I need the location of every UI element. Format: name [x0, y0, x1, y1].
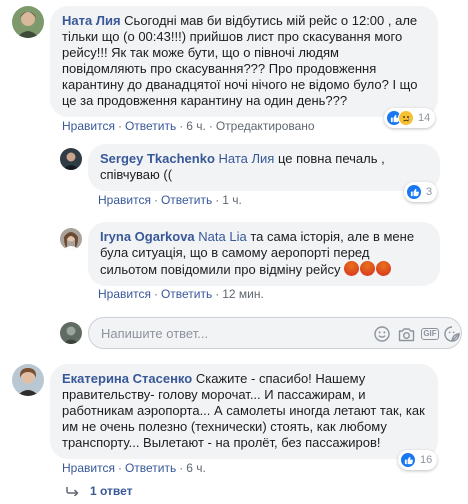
avatar[interactable] — [60, 228, 82, 250]
avatar[interactable] — [60, 148, 82, 170]
emoji-icon[interactable] — [373, 325, 391, 343]
comment-author[interactable]: Екатерина Стасенко — [62, 371, 192, 386]
like-link[interactable]: Нравится — [98, 287, 151, 301]
sad-icon — [398, 110, 414, 126]
mention-link[interactable]: Nata Lia — [198, 229, 246, 244]
current-user-avatar — [60, 322, 82, 344]
camera-icon[interactable] — [397, 325, 415, 343]
edited-label[interactable]: Отредактировано — [216, 119, 315, 133]
like-link[interactable]: Нравится — [62, 461, 115, 475]
reaction-summary[interactable]: 16 — [398, 450, 438, 470]
reply-link[interactable]: Ответить — [161, 193, 212, 207]
reply-link[interactable]: Ответить — [125, 119, 176, 133]
timestamp[interactable]: 6 ч. — [186, 119, 206, 133]
comment-bubble: Iryna Ogarkova Nata Lia та сама історія,… — [88, 222, 440, 286]
reaction-count: 3 — [426, 186, 433, 198]
reply-composer[interactable]: GIF — [88, 317, 462, 349]
reaction-summary[interactable]: 3 — [404, 182, 438, 202]
comment-author[interactable]: Ната Лия — [62, 13, 121, 28]
reply-arrow-icon — [66, 487, 79, 496]
reply-link[interactable]: Ответить — [161, 287, 212, 301]
like-icon — [400, 452, 416, 468]
timestamp[interactable]: 12 мин. — [222, 287, 264, 301]
comment-author[interactable]: Sergey Tkachenko — [100, 151, 215, 166]
like-link[interactable]: Нравится — [62, 119, 115, 133]
comment-author[interactable]: Iryna Ogarkova — [100, 229, 195, 244]
view-replies-link[interactable]: 1 ответ — [66, 484, 133, 498]
comment-bubble: Sergey Tkachenko Ната Лия це повна печал… — [88, 144, 440, 191]
replies-count-label[interactable]: 1 ответ — [90, 484, 133, 498]
reaction-summary[interactable]: 14 — [384, 108, 436, 128]
comment-bubble: Ната Лия Сьогодні мав би відбутись мій р… — [50, 6, 438, 117]
like-link[interactable]: Нравится — [98, 193, 151, 207]
sticker-icon[interactable] — [443, 325, 461, 343]
reaction-count: 14 — [418, 112, 431, 124]
timestamp[interactable]: 6 ч. — [186, 461, 206, 475]
comment-actions: Нравится · Ответить · 1 ч. — [98, 193, 242, 207]
timestamp[interactable]: 1 ч. — [222, 193, 242, 207]
comment-actions: Нравится · Ответить · 6 ч. · Отредактировано — [62, 119, 315, 133]
reply-link[interactable]: Ответить — [125, 461, 176, 475]
gif-icon[interactable]: GIF — [421, 325, 439, 343]
avatar[interactable] — [12, 6, 44, 38]
avatar[interactable] — [12, 364, 44, 396]
comment-actions: Нравится · Ответить · 6 ч. — [62, 461, 206, 475]
reaction-count: 16 — [420, 454, 433, 466]
like-icon — [406, 184, 422, 200]
angry-icon — [344, 261, 360, 276]
angry-icon — [360, 261, 376, 276]
reply-input[interactable] — [89, 318, 309, 348]
comment-actions: Нравится · Ответить · 12 мин. — [98, 287, 264, 301]
mention-link[interactable]: Ната Лия — [219, 151, 275, 166]
comment-bubble: Екатерина Стасенко Скажите - спасибо! На… — [50, 364, 438, 459]
angry-icon — [376, 261, 392, 276]
